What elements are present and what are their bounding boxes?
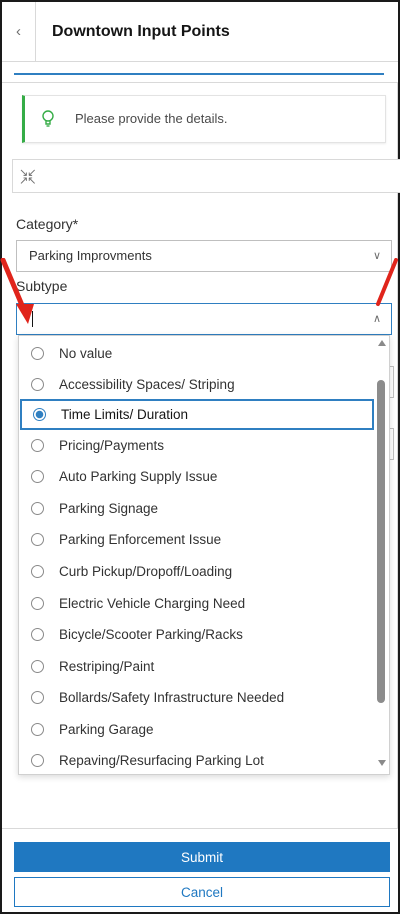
annotation-arrow-left	[0, 258, 34, 324]
option-label: Accessibility Spaces/ Striping	[59, 377, 235, 392]
dropdown-scrollbar[interactable]	[375, 336, 387, 774]
chevron-left-icon: ‹	[16, 23, 21, 40]
lightbulb-icon	[42, 110, 54, 127]
radio-button[interactable]	[31, 470, 44, 483]
category-select[interactable]: Parking Improvments ∨	[16, 240, 392, 272]
scroll-down-arrow-icon[interactable]	[378, 760, 386, 766]
option-label: Repaving/Resurfacing Parking Lot	[59, 753, 264, 768]
subtype-select[interactable]: ∧	[16, 303, 392, 335]
subtype-option[interactable]: Curb Pickup/Dropoff/Loading	[19, 556, 375, 587]
annotation-arrow-right	[376, 258, 398, 306]
scroll-up-arrow-icon[interactable]	[378, 340, 386, 346]
option-label: Electric Vehicle Charging Need	[59, 596, 246, 611]
subtype-option[interactable]: Parking Garage	[19, 714, 375, 745]
subtype-option[interactable]: Accessibility Spaces/ Striping	[19, 369, 375, 400]
subtype-option[interactable]: Bollards/Safety Infrastructure Needed	[19, 682, 375, 713]
subtype-dropdown-list[interactable]: No value Accessibility Spaces/ Striping …	[18, 335, 390, 775]
radio-button[interactable]	[31, 628, 44, 641]
radio-button[interactable]	[31, 754, 44, 767]
radio-button[interactable]	[31, 565, 44, 578]
option-label: Curb Pickup/Dropoff/Loading	[59, 564, 233, 579]
radio-button[interactable]	[31, 723, 44, 736]
radio-button[interactable]	[31, 347, 44, 360]
subtype-option[interactable]: Repaving/Resurfacing Parking Lot	[19, 745, 375, 774]
subtype-option[interactable]: Bicycle/Scooter Parking/Racks	[19, 619, 375, 650]
panel-header: ‹ Downtown Input Points	[2, 2, 398, 62]
page-title: Downtown Input Points	[52, 23, 230, 40]
subtype-option[interactable]: Parking Signage	[19, 493, 375, 524]
option-label: Bicycle/Scooter Parking/Racks	[59, 627, 243, 642]
submit-button[interactable]: Submit	[14, 842, 390, 872]
option-label: Parking Garage	[59, 722, 154, 737]
subtype-option[interactable]: No value	[19, 338, 375, 369]
radio-button[interactable]	[31, 439, 44, 452]
chevron-up-icon: ∧	[372, 313, 381, 325]
radio-button[interactable]	[31, 533, 44, 546]
option-label: Restriping/Paint	[59, 659, 155, 674]
subtype-option[interactable]: Parking Enforcement Issue	[19, 524, 375, 555]
subtype-option[interactable]: Restriping/Paint	[19, 651, 375, 682]
option-label: Time Limits/ Duration	[61, 407, 189, 422]
radio-button-checked[interactable]	[33, 408, 46, 421]
header-divider	[14, 73, 384, 75]
subtype-option[interactable]: Electric Vehicle Charging Need	[19, 588, 375, 619]
collapse-toggle[interactable]: ↘↙ ↗↖	[12, 159, 400, 193]
option-label: Pricing/Payments	[59, 438, 165, 453]
category-value: Parking Improvments	[29, 248, 152, 263]
collapse-arrows-icon: ↘↙ ↗↖	[19, 167, 36, 187]
back-button[interactable]: ‹	[2, 2, 36, 61]
scrollbar-thumb[interactable]	[377, 380, 385, 703]
option-label: Parking Enforcement Issue	[59, 532, 222, 547]
subtype-option[interactable]: Pricing/Payments	[19, 430, 375, 461]
info-notice: Please provide the details.	[22, 95, 386, 143]
notice-text: Please provide the details.	[75, 111, 228, 126]
subtype-option[interactable]: Auto Parking Supply Issue	[19, 461, 375, 492]
category-label: Category*	[16, 216, 79, 232]
option-label: Bollards/Safety Infrastructure Needed	[59, 690, 285, 705]
subtype-option-selected[interactable]: Time Limits/ Duration	[20, 399, 374, 430]
radio-button[interactable]	[31, 660, 44, 673]
radio-button[interactable]	[31, 597, 44, 610]
option-label: Auto Parking Supply Issue	[59, 469, 218, 484]
radio-button[interactable]	[31, 502, 44, 515]
radio-button[interactable]	[31, 691, 44, 704]
option-label: No value	[59, 346, 113, 361]
radio-button[interactable]	[31, 378, 44, 391]
cancel-button[interactable]: Cancel	[14, 877, 390, 907]
option-label: Parking Signage	[59, 501, 159, 516]
